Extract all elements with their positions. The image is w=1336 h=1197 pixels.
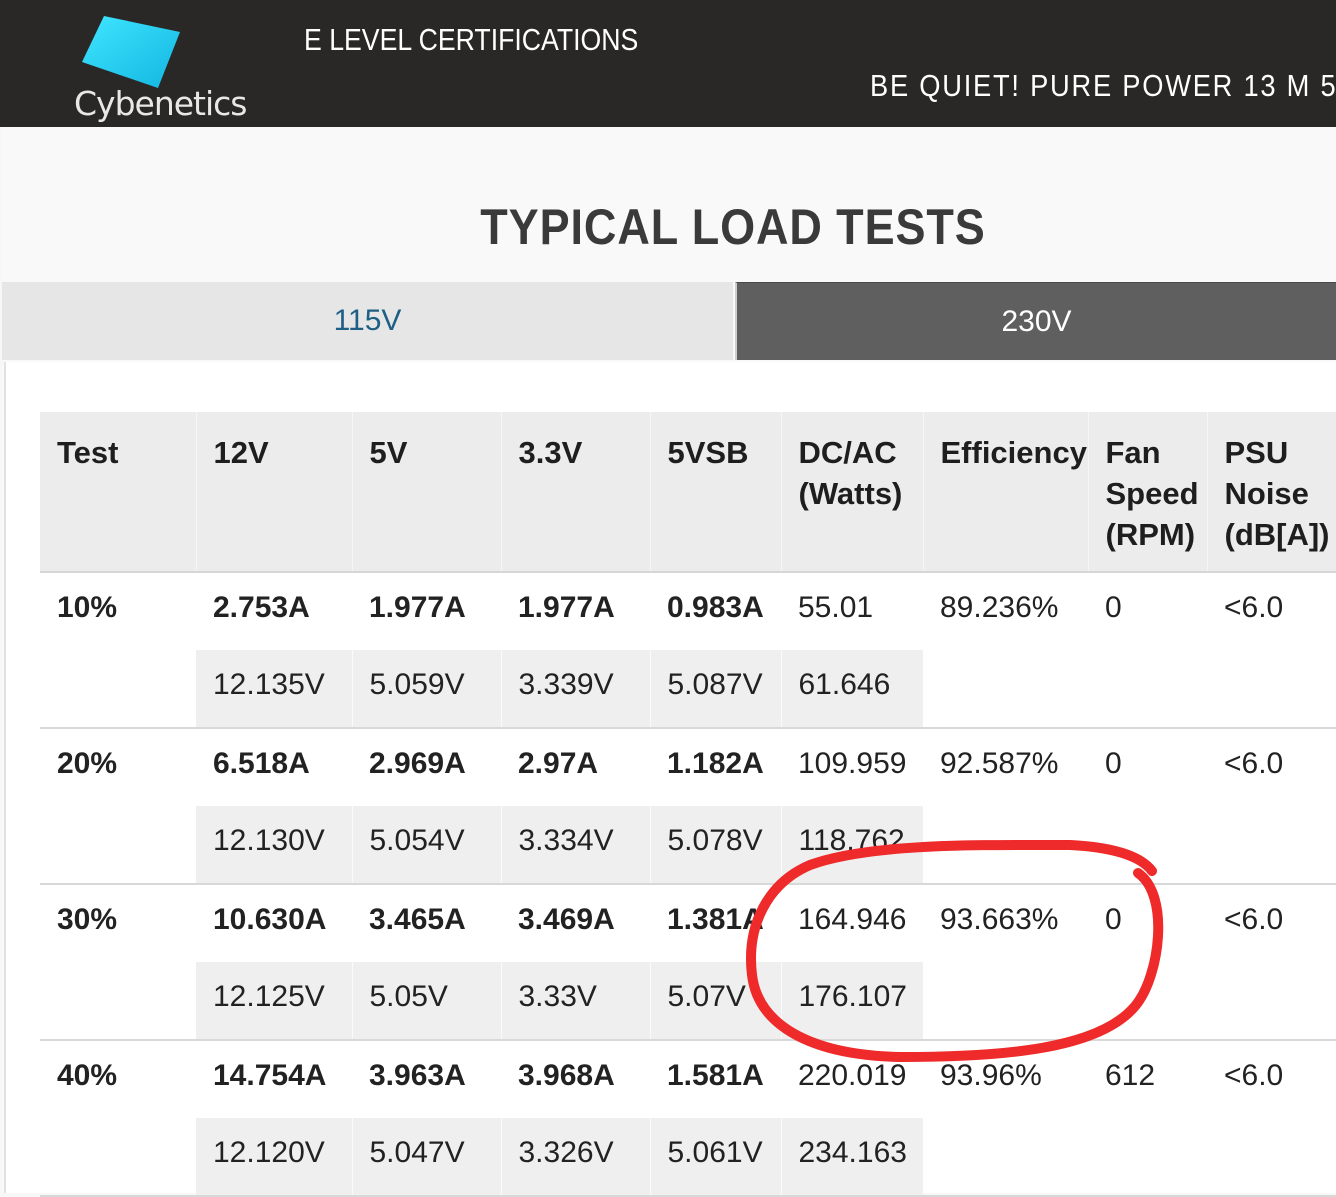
voltage-cell: 12.135V [196, 650, 353, 729]
test-load-cell: 40% [40, 1040, 196, 1197]
psu-noise-cell: <6.0 [1207, 572, 1336, 729]
voltage-cell: 12.130V [196, 806, 353, 885]
ac-watts-cell: 61.646 [781, 650, 923, 729]
voltage-cell: 5.047V [352, 1118, 502, 1197]
psu-noise-cell: <6.0 [1207, 1040, 1336, 1197]
amperage-cell: 1.977A [518, 591, 615, 624]
voltage-cell: 3.326V [501, 1118, 651, 1197]
fan-speed-cell: 0 [1088, 572, 1207, 729]
voltage-cell: 3.33V [501, 962, 651, 1041]
amperage-cell: 14.754A [213, 1059, 327, 1092]
model-title: BE QUIET! PURE POWER 13 M 5 [870, 68, 1336, 103]
header-efficiency: Efficiency [923, 412, 1089, 572]
efficiency-cell: 93.663% [923, 884, 1088, 1041]
test-load-cell: 30% [40, 884, 196, 1041]
amperage-cell: 2.969A [369, 747, 466, 780]
dc-watts-cell: 220.019 [798, 1059, 907, 1092]
ac-watts-cell: 118.762 [781, 806, 923, 885]
dc-watts-cell: 55.01 [798, 591, 874, 624]
table-row: 40% 14.754A 3.963A 3.968A 1.581A 220.019 93.96… [40, 1040, 1336, 1197]
amperage-cell: 10.630A [213, 903, 327, 936]
header-psu-noise: PSU Noise (dB[A]) [1207, 412, 1336, 572]
fan-speed-cell: 0 [1088, 884, 1207, 1041]
tab-115v[interactable]: 115V [2, 282, 733, 360]
voltage-cell: 5.087V [650, 650, 782, 729]
efficiency-cell: 89.236% [923, 572, 1088, 729]
header-fan-speed: Fan Speed (RPM) [1088, 412, 1208, 572]
voltage-cell: 3.334V [501, 806, 651, 885]
certification-title[interactable]: E LEVEL CERTIFICATIONS [304, 22, 638, 58]
tab-230v[interactable]: 230V [735, 282, 1336, 360]
ac-watts-cell: 234.163 [781, 1118, 923, 1197]
voltage-cell: 3.339V [501, 650, 651, 729]
load-test-table-container: Test 12V 5V 3.3V 5VSB DC/AC (Watts) Effi… [4, 362, 1336, 1197]
test-load-cell: 10% [40, 572, 196, 729]
efficiency-cell: 92.587% [923, 728, 1088, 885]
voltage-cell: 5.078V [650, 806, 782, 885]
efficiency-cell: 93.96% [923, 1040, 1088, 1197]
section-title: TYPICAL LOAD TESTS [480, 199, 986, 255]
voltage-cell: 5.054V [352, 806, 502, 885]
header-5vsb: 5VSB [650, 412, 782, 572]
amperage-cell: 3.963A [369, 1059, 466, 1092]
voltage-cell: 12.125V [196, 962, 353, 1041]
amperage-cell: 1.381A [667, 903, 764, 936]
cybenetics-logo-icon [82, 16, 180, 88]
psu-noise-cell: <6.0 [1207, 884, 1336, 1041]
amperage-cell: 0.983A [667, 591, 764, 624]
amperage-cell: 3.968A [518, 1059, 615, 1092]
voltage-cell: 5.05V [352, 962, 502, 1041]
amperage-cell: 2.97A [518, 747, 599, 780]
ac-watts-cell: 176.107 [781, 962, 923, 1041]
voltage-cell: 12.120V [196, 1118, 353, 1197]
amperage-cell: 3.469A [518, 903, 615, 936]
test-load-cell: 20% [40, 728, 196, 885]
amperage-cell: 2.753A [213, 591, 310, 624]
fan-speed-cell: 612 [1088, 1040, 1207, 1197]
voltage-cell: 5.059V [352, 650, 502, 729]
header-5v: 5V [352, 412, 502, 572]
amperage-cell: 1.581A [667, 1059, 764, 1092]
voltage-tabs: 115V 230V [2, 282, 1336, 360]
amperage-cell: 1.182A [667, 747, 764, 780]
table-body: 10% 2.753A 1.977A 1.977A 0.983A 55.01 89.236% 0… [40, 572, 1336, 1197]
table-header-row: Test 12V 5V 3.3V 5VSB DC/AC (Watts) Effi… [40, 412, 1336, 572]
amperage-cell: 6.518A [213, 747, 310, 780]
load-test-table: Test 12V 5V 3.3V 5VSB DC/AC (Watts) Effi… [40, 412, 1336, 1197]
psu-noise-cell: <6.0 [1207, 728, 1336, 885]
table-row: 30% 10.630A 3.465A 3.469A 1.381A 164.946 93.66… [40, 884, 1336, 1041]
table-row: 10% 2.753A 1.977A 1.977A 0.983A 55.01 89.236% 0… [40, 572, 1336, 729]
header-dcac: DC/AC (Watts) [781, 412, 924, 572]
dc-watts-cell: 164.946 [798, 903, 907, 936]
amperage-cell: 3.465A [369, 903, 466, 936]
voltage-cell: 5.07V [650, 962, 782, 1041]
fan-speed-cell: 0 [1088, 728, 1207, 885]
logo-text: Cybenetics [74, 84, 247, 123]
header-test: Test [40, 412, 197, 572]
header-3-3v: 3.3V [501, 412, 651, 572]
table-row: 20% 6.518A 2.969A 2.97A 1.182A 109.959 92.587%… [40, 728, 1336, 885]
voltage-cell: 5.061V [650, 1118, 782, 1197]
amperage-cell: 1.977A [369, 591, 466, 624]
header-12v: 12V [196, 412, 353, 572]
dc-watts-cell: 109.959 [798, 747, 907, 780]
